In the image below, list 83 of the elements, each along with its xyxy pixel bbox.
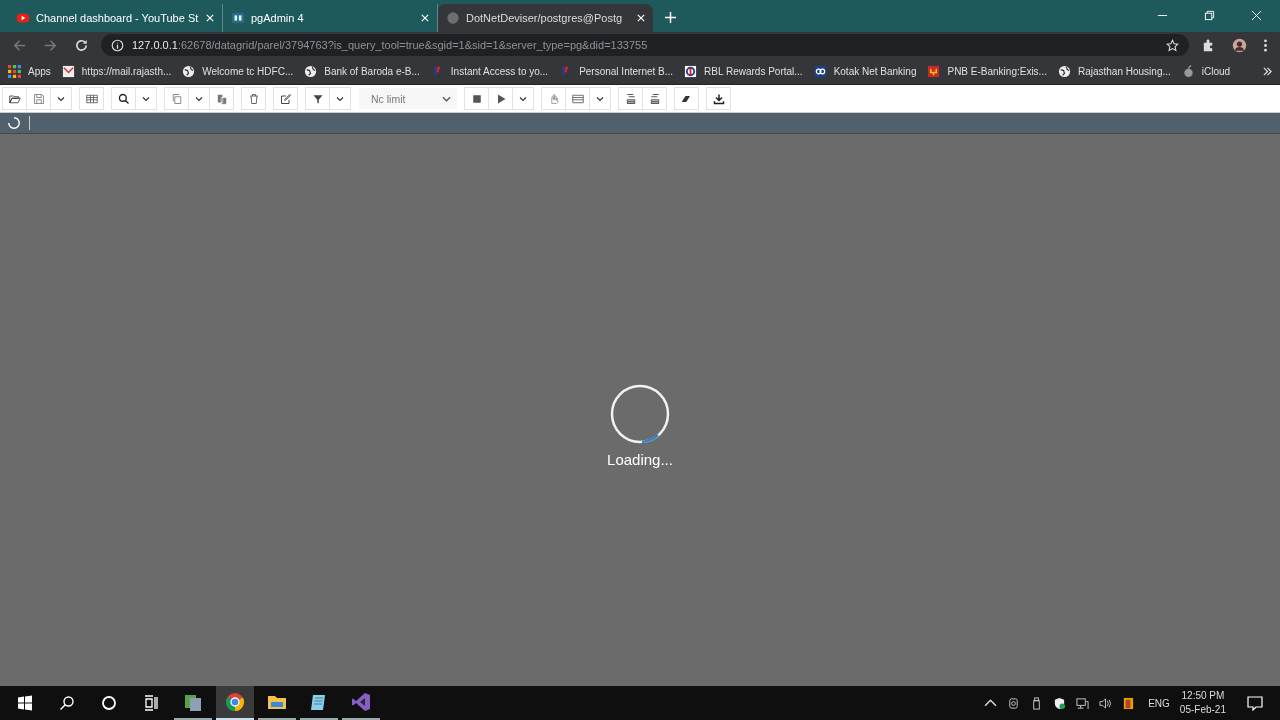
bookmark[interactable]: RBL Rewards Portal... — [684, 64, 803, 78]
info-icon — [111, 38, 124, 52]
indent-button[interactable] — [618, 87, 643, 110]
dropdown-button[interactable] — [50, 87, 72, 110]
bookmark[interactable]: Apps — [8, 64, 51, 78]
folder-icon — [8, 92, 21, 105]
ring-logo-icon — [684, 64, 698, 78]
browser-tab[interactable]: DotNetDeviser/postgres@Postg — [438, 4, 653, 32]
paste-button[interactable] — [209, 87, 234, 110]
edit-icon — [279, 92, 292, 105]
dropdown-button[interactable] — [512, 87, 534, 110]
dropdown-button[interactable] — [188, 87, 210, 110]
filter-icon — [311, 92, 324, 105]
avatar-icon[interactable] — [1232, 37, 1247, 53]
dropdown-button[interactable] — [329, 87, 351, 110]
close-icon[interactable] — [1251, 10, 1262, 21]
folder-open-button[interactable] — [2, 87, 27, 110]
clock[interactable]: 12:50 PM 05-Feb-21 — [1179, 689, 1226, 717]
bookmark[interactable]: Kotak Net Banking — [813, 64, 917, 78]
overflow-icon[interactable] — [1263, 66, 1272, 76]
bookmark[interactable]: Rajasthan Housing... — [1057, 64, 1171, 78]
outdent-button[interactable] — [642, 87, 667, 110]
caret-icon — [442, 95, 451, 102]
address-field[interactable]: 127.0.0.1:62678/datagrid/parel/3794763?is_query_tool=true&sgid=1&sid=1&server_type=pg&did=133755 — [101, 34, 1189, 56]
language-indicator[interactable]: ENG — [1148, 697, 1170, 709]
ribbon-logo-icon — [351, 692, 371, 712]
more-icon[interactable] — [1263, 37, 1268, 53]
table-icon — [85, 92, 98, 105]
search-icon — [117, 92, 130, 105]
download-icon — [712, 92, 725, 105]
restore-icon[interactable] — [1204, 10, 1215, 21]
rows-button[interactable] — [565, 87, 590, 110]
dropdown-button[interactable] — [135, 87, 157, 110]
close-icon[interactable] — [637, 14, 645, 22]
grid-button[interactable] — [79, 87, 104, 110]
play-button[interactable] — [488, 87, 513, 110]
new-tab-icon[interactable] — [665, 12, 676, 23]
loading-text: Loading... — [607, 450, 673, 468]
save-button[interactable] — [26, 87, 51, 110]
globe-icon — [304, 64, 318, 78]
bookmark[interactable]: Instant Access to yo... — [430, 64, 549, 78]
browser-icon — [225, 692, 245, 712]
stop-button[interactable] — [464, 87, 489, 110]
close-icon[interactable] — [421, 14, 429, 22]
bookmark[interactable]: Bank of Baroda e-B... — [304, 64, 420, 78]
globe-icon — [1057, 64, 1071, 78]
close-icon[interactable] — [206, 14, 214, 22]
row-limit-dropdown[interactable]: Nc limit — [359, 88, 457, 109]
copy-button[interactable] — [164, 87, 189, 110]
trash-icon — [247, 92, 260, 105]
paste-icon — [215, 92, 228, 105]
outdent-icon — [648, 92, 661, 105]
square-logo-icon — [927, 64, 941, 78]
apps-grid-icon — [8, 64, 21, 78]
documents-icon — [183, 692, 203, 712]
search-button[interactable] — [111, 87, 136, 110]
envelope-icon — [61, 64, 75, 78]
stop-icon — [470, 92, 483, 105]
indent-icon — [624, 92, 637, 105]
star-icon[interactable] — [1166, 38, 1179, 52]
bookmark[interactable]: PNB E-Banking:Exis... — [927, 64, 1047, 78]
bookmark[interactable]: Personal Internet B... — [559, 64, 674, 78]
bookmark[interactable]: Welcome tc HDFC... — [182, 64, 294, 78]
edit-button[interactable] — [273, 87, 298, 110]
pg-logo-icon — [231, 11, 245, 25]
copy-icon — [170, 92, 183, 105]
eraser-button[interactable] — [674, 87, 699, 110]
apple-icon — [1181, 64, 1195, 78]
rows-icon — [571, 92, 584, 105]
reload-icon[interactable] — [74, 37, 89, 53]
bookmark[interactable]: https://mail.rajasth... — [61, 64, 172, 78]
download-button[interactable] — [706, 87, 731, 110]
double-ring-logo-icon — [813, 64, 827, 78]
loading-spinner — [609, 382, 671, 445]
globe-icon — [182, 64, 196, 78]
taskbar-app[interactable] — [216, 686, 254, 720]
filter-button[interactable] — [305, 87, 330, 110]
globe-icon — [446, 11, 460, 25]
spinner-icon — [7, 116, 30, 130]
trash-button[interactable] — [241, 87, 266, 110]
play-logo-icon — [16, 11, 30, 25]
bookmark[interactable]: iCloud — [1181, 64, 1231, 78]
dropdown-button[interactable] — [589, 87, 611, 110]
